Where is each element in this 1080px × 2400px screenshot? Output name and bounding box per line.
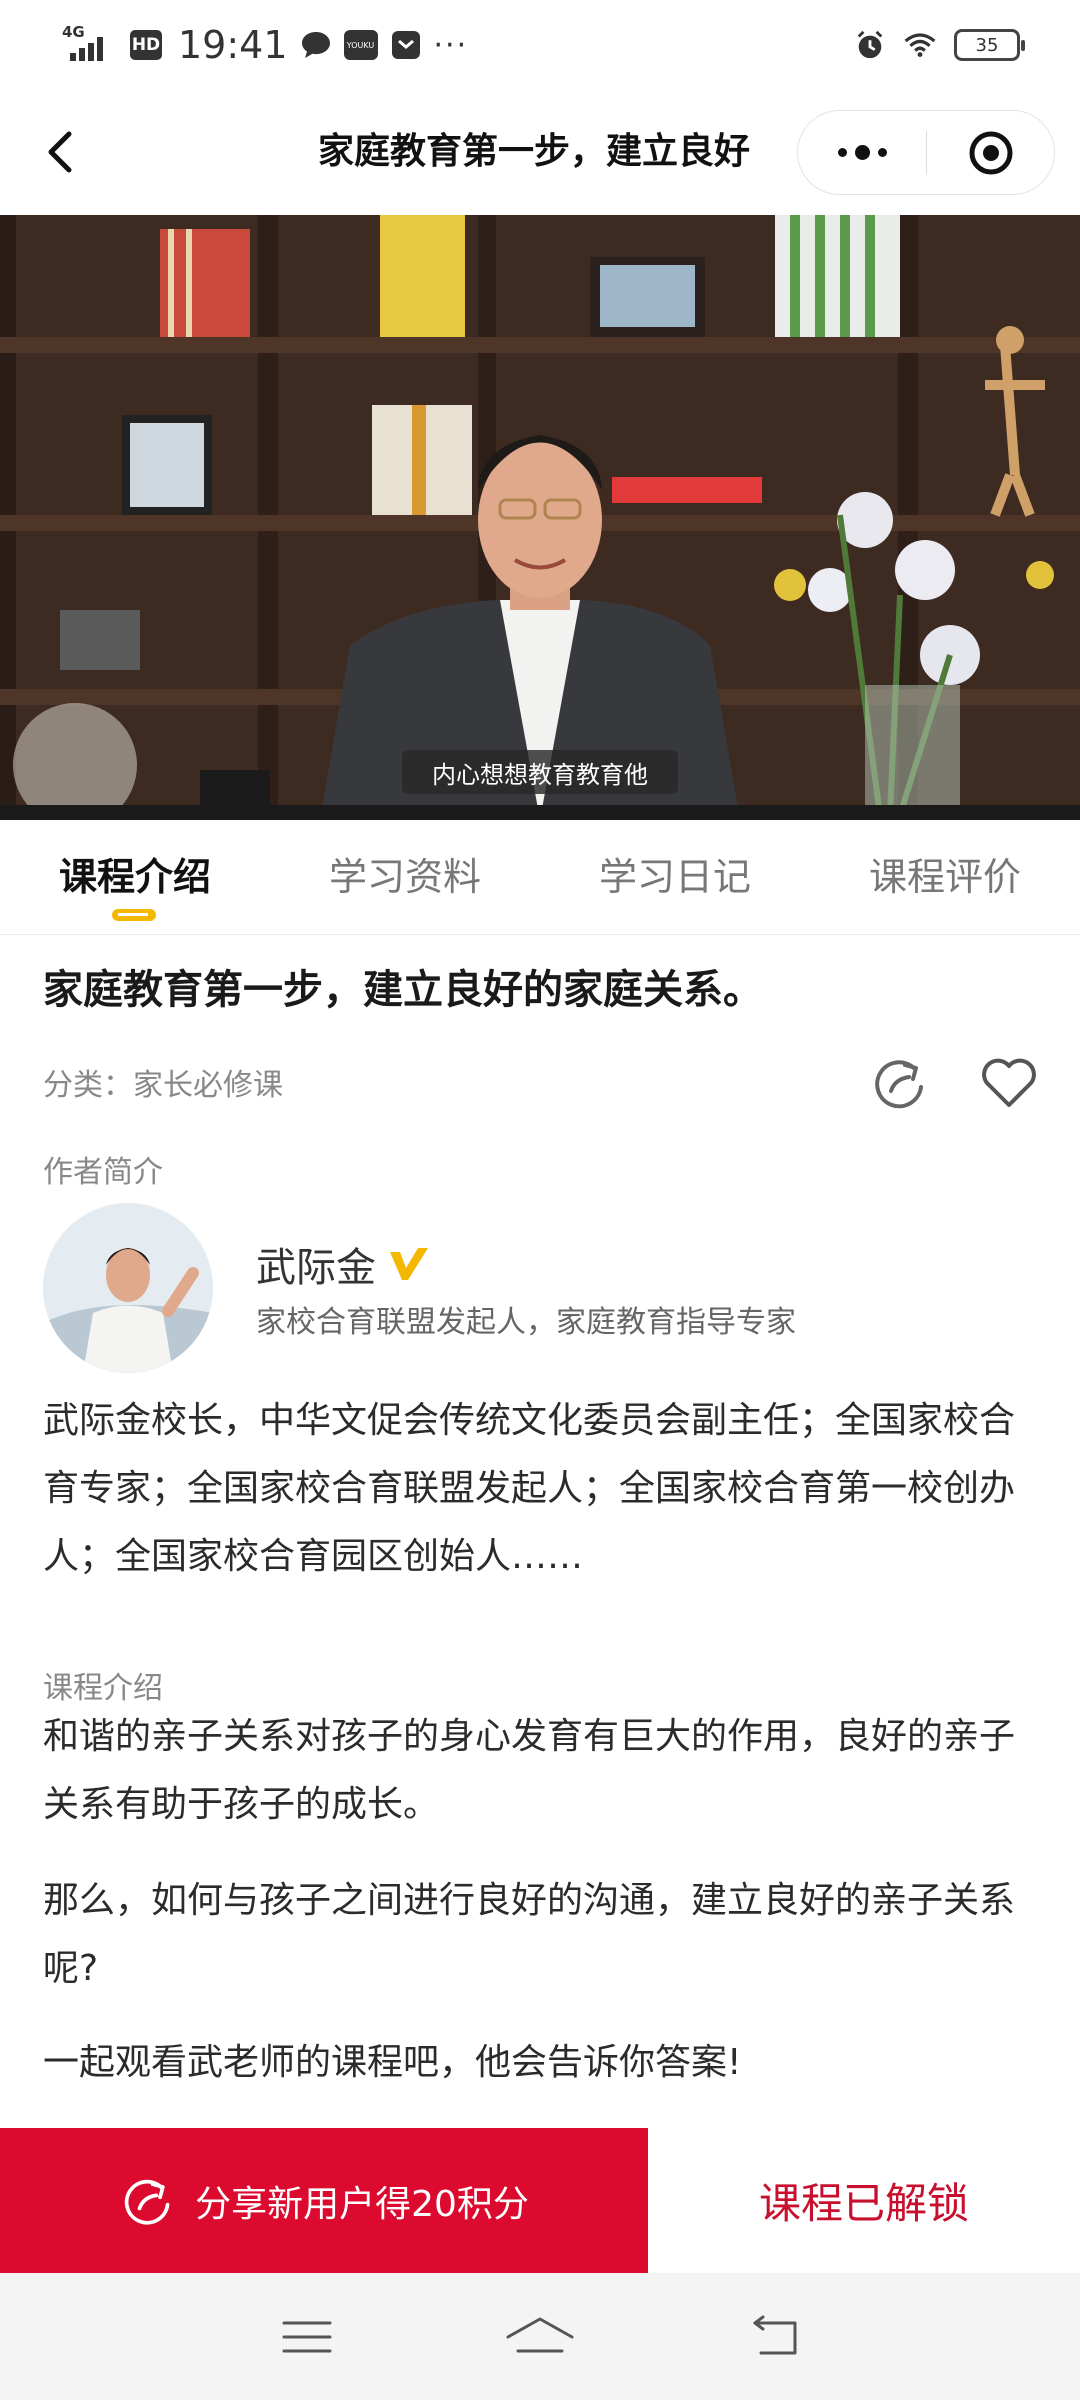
share-icon — [875, 1060, 923, 1109]
tab-label: 学习资料 — [328, 854, 481, 899]
author-bio: 武际金校长，中华文促会传统文化委员会副主任；全国家校合育专家；全国家校合育联盟发… — [43, 1400, 1016, 1577]
youku-icon: YOUKU — [343, 30, 378, 60]
system-nav-bar — [0, 2273, 1080, 2400]
signal-icon: 4G — [62, 23, 118, 65]
course-title: 家庭教育第一步，建立良好的家庭关系。 — [43, 967, 763, 1013]
video-player[interactable]: 内心想想教育教育他 — [0, 215, 1080, 820]
back-key[interactable] — [733, 2307, 813, 2367]
target-close-icon — [969, 131, 1012, 174]
favorite-button[interactable] — [978, 1053, 1040, 1113]
intro-paragraph: 和谐的亲子关系对孩子的身心发育有巨大的作用，良好的亲子关系有助于孩子的成长。 — [43, 1716, 1016, 1825]
share-icon — [124, 2179, 170, 2225]
alarm-icon — [854, 29, 886, 61]
course-category: 分类：家长必修课 — [43, 1068, 283, 1103]
heart-icon — [982, 1058, 1036, 1107]
page-title: 家庭教育第一步，建立良好 — [318, 131, 751, 172]
tab-course-review[interactable]: 课程评价 — [810, 820, 1080, 935]
intro-paragraph: 那么，如何与孩子之间进行良好的沟通，建立良好的亲子关系呢? — [43, 1880, 1016, 1989]
clock: 19:41 — [178, 23, 288, 67]
status-left: 4G HD 19:41 YOUKU ··· — [62, 23, 468, 67]
menu-icon — [282, 2321, 332, 2352]
status-right: 35 — [854, 29, 1025, 61]
share-points-button[interactable]: 分享新用户得20积分 — [0, 2128, 648, 2273]
tab-course-intro[interactable]: 课程介绍 — [0, 820, 270, 935]
tab-label: 课程介绍 — [58, 854, 211, 899]
close-mini-program-button[interactable] — [927, 111, 1054, 194]
chevron-left-icon — [48, 131, 72, 173]
nav-bar: 家庭教育第一步，建立良好 — [0, 90, 1080, 215]
app-notification-icon — [390, 29, 422, 61]
verified-badge-icon — [390, 1248, 428, 1280]
tab-study-diary[interactable]: 学习日记 — [540, 820, 810, 935]
avatar-image — [43, 1203, 213, 1373]
back-icon — [753, 2315, 797, 2354]
mini-program-capsule — [797, 110, 1055, 195]
home-icon — [506, 2317, 574, 2352]
unlock-label: 课程已解锁 — [758, 2179, 969, 2228]
menu-key[interactable] — [267, 2307, 347, 2367]
hd-icon: HD — [130, 30, 162, 60]
course-unlocked-button[interactable]: 课程已解锁 — [648, 2128, 1080, 2273]
share-button[interactable] — [869, 1053, 929, 1113]
author-section-label: 作者简介 — [43, 1155, 163, 1190]
home-key[interactable] — [500, 2307, 580, 2367]
tab-label: 学习日记 — [598, 854, 751, 899]
author-avatar[interactable] — [43, 1203, 213, 1373]
share-points-label: 分享新用户得20积分 — [195, 2183, 529, 2225]
video-subtitle: 内心想想教育教育他 — [402, 750, 678, 794]
video-frame — [0, 215, 1080, 820]
intro-section-label: 课程介绍 — [43, 1671, 163, 1706]
battery-icon: 35 — [954, 29, 1025, 61]
tab-study-materials[interactable]: 学习资料 — [270, 820, 540, 935]
tab-label: 课程评价 — [868, 854, 1021, 899]
tab-bar: 课程介绍 学习资料 学习日记 课程评价 — [0, 820, 1080, 935]
status-bar: 4G HD 19:41 YOUKU ··· 35 — [0, 0, 1080, 90]
active-tab-indicator-icon — [112, 908, 156, 921]
back-button[interactable] — [30, 122, 90, 182]
bottom-action-bar: 分享新用户得20积分 课程已解锁 — [0, 2128, 1080, 2273]
more-options-button[interactable] — [798, 111, 926, 194]
author-name: 武际金 — [256, 1245, 376, 1291]
wifi-icon — [904, 29, 936, 61]
author-name-row: 武际金 — [256, 1235, 430, 1293]
status-more: ··· — [433, 27, 469, 63]
author-role: 家校合育联盟发起人，家庭教育指导专家 — [256, 1305, 796, 1340]
intro-paragraph: 一起观看武老师的课程吧，他会告诉你答案! — [43, 2042, 742, 2083]
message-icon — [300, 29, 332, 61]
battery-level: 35 — [975, 34, 999, 56]
